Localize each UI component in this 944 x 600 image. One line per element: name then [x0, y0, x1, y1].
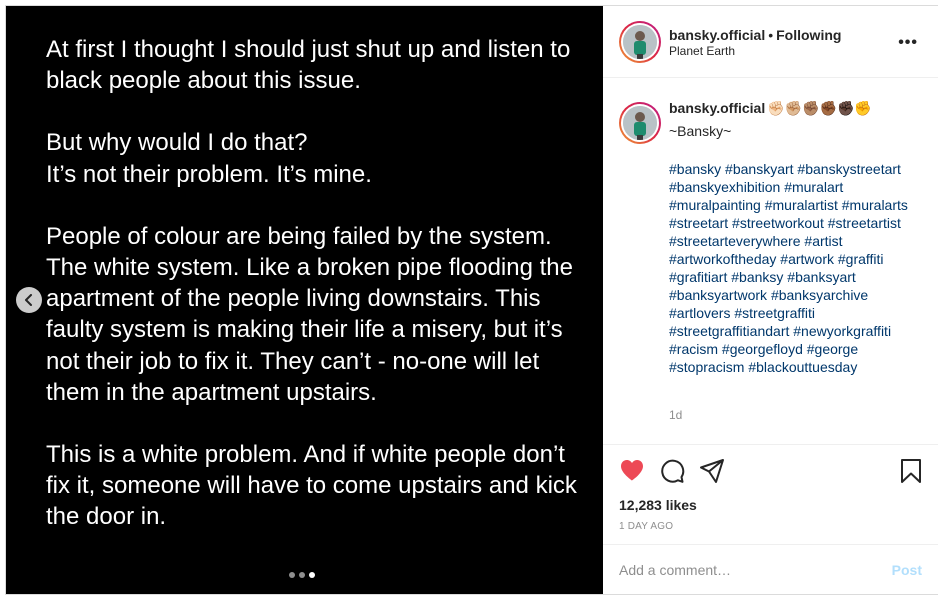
more-options-icon[interactable]: ••• [898, 34, 918, 52]
hashtag-link[interactable]: #streetarteverywhere [669, 233, 801, 249]
hashtag-link[interactable]: #muralarts [842, 197, 908, 213]
hashtag-link[interactable]: #artworkoftheday [669, 251, 776, 267]
carousel-indicator [289, 572, 315, 578]
heart-icon[interactable] [619, 458, 645, 482]
chevron-left-icon [25, 294, 32, 306]
hashtag-link[interactable]: #blackouttuesday [748, 359, 857, 375]
carousel-dot [289, 572, 295, 578]
hashtag-link[interactable]: #banskystreetart [797, 161, 901, 177]
hashtag-link[interactable]: #grafitiart [669, 269, 727, 285]
comment-icon[interactable] [659, 458, 685, 484]
header-username[interactable]: bansky.official [669, 27, 765, 43]
post-paragraph-1: At first I thought I should just shut up… [46, 36, 571, 95]
hashtag-link[interactable]: #muralpainting [669, 197, 761, 213]
hashtag-link[interactable]: #stopracism [669, 359, 744, 375]
carousel-prev-button[interactable] [16, 287, 42, 313]
hashtag-link[interactable]: #streetgraffiti [734, 305, 815, 321]
bookmark-icon[interactable] [900, 458, 922, 484]
hashtag-link[interactable]: #newyorkgraffiti [793, 323, 891, 339]
caption-emojis: ✊🏻✊🏼✊🏽✊🏾✊🏿✊ [767, 100, 872, 116]
hashtag-link[interactable]: #streetworkout [732, 215, 824, 231]
hashtag-link[interactable]: #banskyexhibition [669, 179, 780, 195]
hashtag-link[interactable]: #banksy [731, 269, 783, 285]
hashtag-link[interactable]: #georgefloyd [722, 341, 803, 357]
post-paragraph-2: But why would I do that? It’s not their … [46, 129, 372, 188]
post-side-panel: bansky.official • Following Planet Earth •… [603, 6, 938, 594]
caption-hashtags: #bansky #banskyart #banskystreetart #ban… [669, 160, 929, 376]
comment-input[interactable] [619, 560, 869, 580]
hashtag-link[interactable]: #racism [669, 341, 718, 357]
header-user-line: bansky.official • Following [669, 27, 841, 43]
carousel-dot-active [309, 572, 315, 578]
comments-section: bansky.official ✊🏻✊🏼✊🏽✊🏾✊🏿✊ ~Bansky~ #ban… [603, 78, 938, 444]
caption-timestamp[interactable]: 1d [669, 408, 682, 422]
hashtag-link[interactable]: #banksyart [787, 269, 855, 285]
hashtag-link[interactable]: #muralartist [765, 197, 838, 213]
post-actions: 12,283 likes 1 DAY AGO [603, 444, 938, 544]
header-separator: • [768, 27, 774, 43]
following-button[interactable]: Following [776, 27, 841, 43]
likes-count[interactable]: 12,283 likes [619, 497, 697, 513]
hashtag-link[interactable]: #artist [804, 233, 842, 249]
hashtag-link[interactable]: #banksyarchive [771, 287, 868, 303]
caption-username[interactable]: bansky.official [669, 100, 765, 116]
post-header: bansky.official • Following Planet Earth •… [603, 6, 938, 78]
hashtag-link[interactable]: #banksyartwork [669, 287, 767, 303]
hashtag-link[interactable]: #artwork [780, 251, 834, 267]
hashtag-link[interactable]: #artlovers [669, 305, 730, 321]
post-modal: At first I thought I should just shut up… [5, 5, 938, 595]
hashtag-link[interactable]: #streetgraffitiandart [669, 323, 789, 339]
hashtag-link[interactable]: #streetartist [828, 215, 901, 231]
hashtag-link[interactable]: #muralart [784, 179, 843, 195]
post-media: At first I thought I should just shut up… [6, 6, 603, 594]
post-paragraph-4: This is a white problem. And if white pe… [46, 441, 577, 531]
caption-avatar[interactable] [619, 102, 661, 144]
share-icon[interactable] [699, 458, 725, 484]
avatar[interactable] [619, 21, 661, 63]
hashtag-link[interactable]: #george [807, 341, 858, 357]
hashtag-link[interactable]: #banskyart [725, 161, 793, 177]
location-link[interactable]: Planet Earth [669, 44, 735, 58]
carousel-dot [299, 572, 305, 578]
post-paragraph-3: People of colour are being failed by the… [46, 222, 573, 406]
hashtag-link[interactable]: #bansky [669, 161, 721, 177]
hashtag-link[interactable]: #graffiti [838, 251, 884, 267]
add-comment-bar: Post [603, 544, 938, 594]
hashtag-link[interactable]: #streetart [669, 215, 728, 231]
post-comment-button[interactable]: Post [892, 562, 922, 578]
caption-text: ~Bansky~ [669, 123, 732, 139]
caption-user-line: bansky.official ✊🏻✊🏼✊🏽✊🏾✊🏿✊ [669, 100, 872, 117]
post-age[interactable]: 1 DAY AGO [619, 521, 673, 532]
post-text-image: At first I thought I should just shut up… [46, 34, 586, 533]
